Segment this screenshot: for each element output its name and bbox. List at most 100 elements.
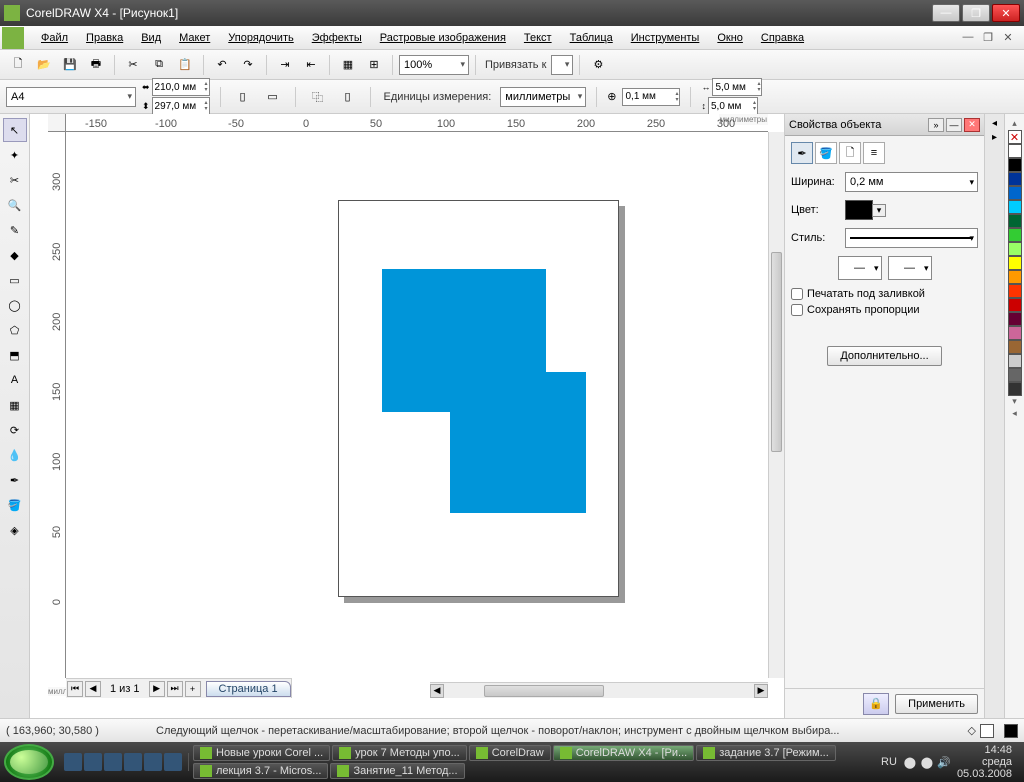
mdi-restore[interactable]: ❐ (980, 31, 996, 44)
page-current-button[interactable]: ▯ (336, 85, 360, 109)
smartfill-tool[interactable]: ◆ (3, 243, 27, 267)
cut-button[interactable]: ✂ (121, 53, 145, 77)
docker-collapse-tab[interactable]: ◂▸ (984, 114, 1004, 718)
end-arrow[interactable]: — (888, 256, 932, 280)
pick-tool[interactable]: ↖ (3, 118, 27, 142)
undo-button[interactable]: ↶ (210, 53, 234, 77)
snap-combo[interactable] (551, 55, 573, 75)
app-launcher[interactable]: ▦ (336, 53, 360, 77)
color-swatch[interactable] (1008, 242, 1022, 256)
rectangle-tool[interactable]: ▭ (3, 268, 27, 292)
language-indicator[interactable]: RU (881, 756, 897, 768)
print-under-fill[interactable] (791, 288, 803, 300)
tray-icon[interactable]: ⬤ (903, 755, 917, 769)
menu-layout[interactable]: Макет (170, 29, 219, 47)
outline-style[interactable] (845, 228, 978, 248)
save-button[interactable]: 💾 (58, 53, 82, 77)
new-button[interactable]: 🗋 (6, 53, 30, 77)
next-page[interactable]: ▶ (149, 681, 165, 697)
viewport[interactable] (66, 132, 768, 678)
dup-x[interactable]: 5,0 мм (712, 78, 762, 96)
start-arrow[interactable]: — (838, 256, 882, 280)
docker-close[interactable]: ✕ (964, 118, 980, 132)
docker-minimize[interactable]: — (946, 118, 962, 132)
paper-combo[interactable]: A4 (6, 87, 136, 107)
task-button[interactable]: CorelDraw (469, 745, 551, 761)
task-button[interactable]: урок 7 Методы упо... (332, 745, 467, 761)
add-page[interactable]: + (185, 681, 201, 697)
outline-color[interactable] (845, 200, 873, 220)
color-swatch[interactable] (1008, 172, 1022, 186)
dup-y[interactable]: 5,0 мм (708, 97, 758, 115)
outline-tool[interactable]: ✒ (3, 468, 27, 492)
options-button[interactable]: ⚙ (586, 53, 610, 77)
horizontal-ruler[interactable]: миллиметры -150 -100 -50 0 50 100 150 20… (66, 114, 768, 132)
task-button[interactable]: лекция 3.7 - Micros... (193, 763, 328, 779)
apply-button[interactable]: Применить (895, 694, 978, 714)
redo-button[interactable]: ↷ (236, 53, 260, 77)
color-swatch[interactable] (1008, 270, 1022, 284)
import-button[interactable]: ⇥ (273, 53, 297, 77)
keep-proportions[interactable] (791, 304, 803, 316)
color-swatch[interactable] (1008, 284, 1022, 298)
maximize-button[interactable]: ❐ (962, 4, 990, 22)
tab-outline[interactable]: ✒ (791, 142, 813, 164)
tray-icon[interactable]: ⬤ (920, 755, 934, 769)
docker-expand[interactable]: » (928, 118, 944, 132)
color-swatch[interactable] (1008, 354, 1022, 368)
no-color-swatch[interactable]: ✕ (1008, 130, 1022, 144)
outline-indicator[interactable] (1004, 724, 1018, 738)
first-page[interactable]: ⏮ (67, 681, 83, 697)
task-button[interactable]: задание 3.7 [Режим... (696, 745, 836, 761)
welcome-button[interactable]: ⊞ (362, 53, 386, 77)
color-swatch[interactable] (1008, 228, 1022, 242)
color-swatch[interactable] (1008, 368, 1022, 382)
page-all-button[interactable]: ⿻ (306, 85, 330, 109)
menu-window[interactable]: Окно (708, 29, 752, 47)
menu-text[interactable]: Текст (515, 29, 561, 47)
page-tab[interactable]: Страница 1 (206, 681, 291, 697)
open-button[interactable]: 📂 (32, 53, 56, 77)
eyedropper-tool[interactable]: 💧 (3, 443, 27, 467)
clock[interactable]: 14:48 среда 05.03.2008 (957, 744, 1012, 780)
menu-file[interactable]: Файл (32, 29, 77, 47)
blend-tool[interactable]: ⟳ (3, 418, 27, 442)
polygon-tool[interactable]: ⬠ (3, 318, 27, 342)
ql-item[interactable] (84, 753, 102, 771)
zoom-tool[interactable]: 🔍 (3, 193, 27, 217)
palette-up[interactable]: ▴ (1012, 118, 1017, 130)
color-swatch[interactable] (1008, 214, 1022, 228)
palette-expand[interactable]: ◂ (1012, 408, 1017, 420)
color-swatch[interactable] (1008, 186, 1022, 200)
start-button[interactable] (4, 744, 54, 780)
prev-page[interactable]: ◀ (85, 681, 101, 697)
blue-shape[interactable] (382, 269, 586, 513)
vertical-ruler[interactable]: 300 250 200 150 100 50 0 (48, 132, 66, 678)
mdi-minimize[interactable]: — (960, 31, 976, 44)
units-combo[interactable]: миллиметры (500, 87, 586, 107)
outline-width[interactable]: 0,2 мм (845, 172, 978, 192)
menu-arrange[interactable]: Упорядочить (219, 29, 302, 47)
menu-tools[interactable]: Инструменты (622, 29, 709, 47)
vertical-scrollbar[interactable] (768, 132, 784, 678)
menu-bitmaps[interactable]: Растровые изображения (371, 29, 515, 47)
ql-item[interactable] (164, 753, 182, 771)
color-swatch[interactable] (1008, 326, 1022, 340)
task-button[interactable]: Занятие_11 Метод... (330, 763, 464, 779)
ql-item[interactable] (124, 753, 142, 771)
crop-tool[interactable]: ✂ (3, 168, 27, 192)
portrait-button[interactable]: ▯ (231, 85, 255, 109)
menu-effects[interactable]: Эффекты (303, 29, 371, 47)
page-width[interactable]: 210,0 мм (152, 78, 210, 96)
basicshapes-tool[interactable]: ⬒ (3, 343, 27, 367)
tab-fill[interactable]: 🪣 (815, 142, 837, 164)
color-swatch[interactable] (1008, 158, 1022, 172)
export-button[interactable]: ⇤ (299, 53, 323, 77)
mdi-close[interactable]: ✕ (1000, 31, 1016, 44)
ellipse-tool[interactable]: ◯ (3, 293, 27, 317)
task-button[interactable]: Новые уроки Corel ... (193, 745, 330, 761)
copy-button[interactable]: ⧉ (147, 53, 171, 77)
lock-button[interactable]: 🔒 (863, 693, 889, 715)
advanced-button[interactable]: Дополнительно... (827, 346, 941, 366)
docker-title[interactable]: Свойства объекта » — ✕ (785, 114, 984, 136)
